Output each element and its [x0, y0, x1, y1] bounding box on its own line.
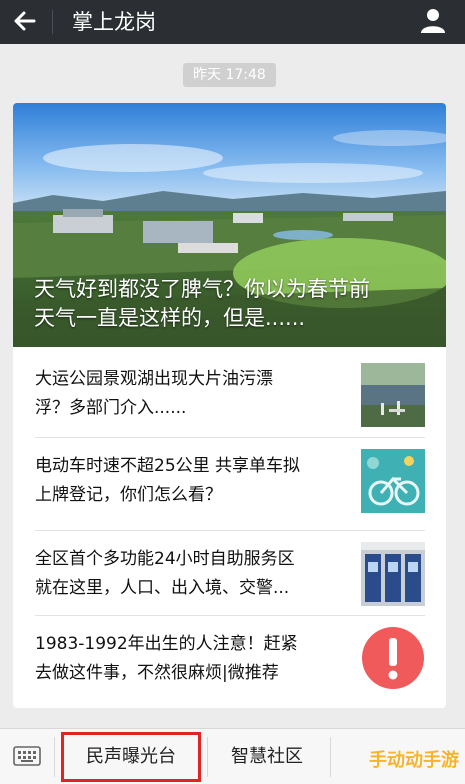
person-icon[interactable] — [419, 6, 447, 34]
list-item[interactable]: 电动车时速不超25公里 共享单车拟 上牌登记，你们怎么看？ — [13, 438, 446, 524]
article-title: 电动车时速不超25公里 共享单车拟 上牌登记，你们怎么看？ — [35, 456, 301, 505]
divider — [330, 737, 331, 777]
list-item[interactable]: 全区首个多功能24小时自助服务区 就在这里，人口、出入境、交警... — [13, 531, 446, 617]
menu-item-community[interactable]: 智慧社区 — [207, 729, 327, 784]
bicycle-photo — [361, 449, 425, 513]
article-title: 全区首个多功能24小时自助服务区 就在这里，人口、出入境、交警... — [35, 549, 295, 598]
hero-article[interactable]: 天气好到都没了脾气？你以为春节前 天气一直是这样的，但是...... — [13, 103, 446, 347]
page-title: 掌上龙岗 — [72, 10, 156, 34]
timestamp: 昨天 17:48 — [183, 63, 276, 87]
news-card: 天气好到都没了脾气？你以为春节前 天气一直是这样的，但是...... 大运公园景… — [13, 103, 446, 708]
article-title: 大运公园景观湖出现大片油污漂 浮？多部门介入...... — [35, 369, 273, 418]
keyboard-icon[interactable] — [12, 741, 42, 771]
kiosk-photo — [361, 542, 425, 606]
top-bar: 掌上龙岗 — [0, 0, 465, 44]
hero-title: 天气好到都没了脾气？你以为春节前 天气一直是这样的，但是...... — [34, 275, 429, 333]
divider — [54, 737, 55, 777]
lake-photo — [361, 363, 425, 427]
hero-title-line: 天气一直是这样的，但是...... — [34, 306, 306, 330]
list-item[interactable]: 1983-1992年出生的人注意！赶紧 去做这件事，不然很麻烦|微推荐 — [13, 616, 446, 702]
watermark: 手动动手游 — [369, 750, 459, 771]
divider — [52, 10, 53, 34]
highlight-box — [61, 732, 201, 782]
arrow-left-icon[interactable] — [10, 6, 40, 36]
list-item[interactable]: 大运公园景观湖出现大片油污漂 浮？多部门介入...... — [13, 351, 446, 437]
hero-title-line: 天气好到都没了脾气？你以为春节前 — [34, 277, 370, 301]
exclamation-icon — [361, 626, 425, 690]
article-title: 1983-1992年出生的人注意！赶紧 去做这件事，不然很麻烦|微推荐 — [35, 634, 298, 683]
